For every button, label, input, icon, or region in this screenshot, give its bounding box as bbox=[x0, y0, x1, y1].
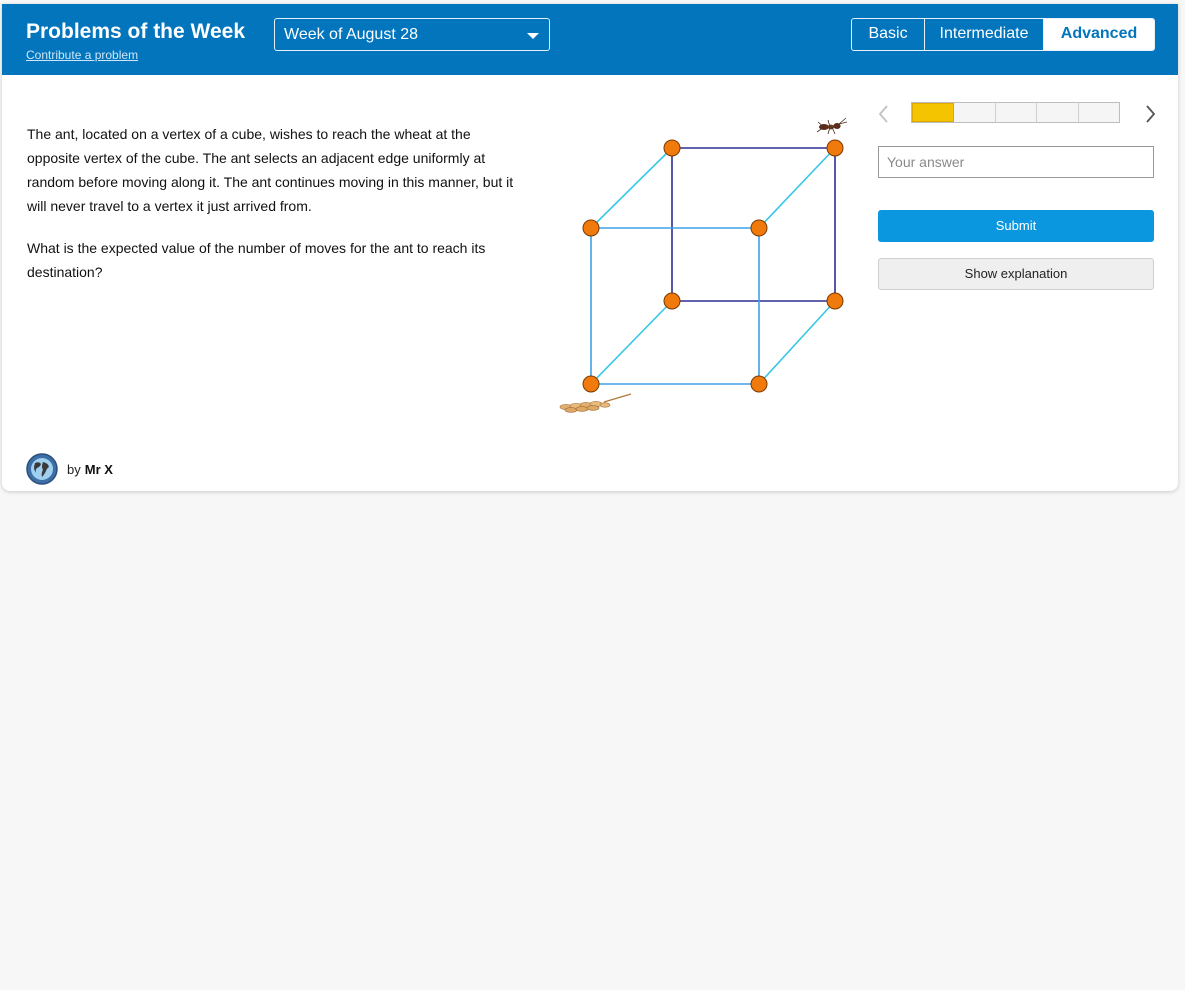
progress-segment-complete bbox=[912, 103, 955, 122]
problem-statement: The ant, located on a vertex of a cube, … bbox=[27, 122, 527, 302]
progress-bar bbox=[911, 102, 1120, 123]
chevron-left-icon[interactable] bbox=[874, 102, 894, 126]
chevron-down-icon bbox=[527, 33, 539, 39]
contribute-problem-link[interactable]: Contribute a problem bbox=[26, 48, 138, 62]
difficulty-toggle: Basic Intermediate Advanced bbox=[851, 18, 1155, 51]
header-bar: Problems of the Week Contribute a proble… bbox=[2, 4, 1178, 75]
level-intermediate-button[interactable]: Intermediate bbox=[925, 19, 1044, 50]
cube-figure bbox=[559, 117, 848, 413]
week-select-value: Week of August 28 bbox=[284, 26, 419, 43]
week-select[interactable]: Week of August 28 bbox=[274, 18, 550, 51]
answer-input[interactable] bbox=[878, 146, 1154, 178]
author-name[interactable]: Mr X bbox=[85, 462, 113, 477]
problem-card: Problems of the Week Contribute a proble… bbox=[2, 4, 1178, 491]
app-title: Problems of the Week bbox=[26, 20, 246, 43]
level-basic-button[interactable]: Basic bbox=[852, 19, 925, 50]
level-advanced-button[interactable]: Advanced bbox=[1044, 19, 1154, 50]
progress-segment bbox=[954, 103, 996, 122]
wheat-icon bbox=[559, 393, 632, 413]
progress-segment bbox=[1037, 103, 1079, 122]
ant-icon bbox=[816, 117, 848, 135]
globe-icon[interactable] bbox=[26, 453, 58, 485]
problem-paragraph: The ant, located on a vertex of a cube, … bbox=[27, 126, 514, 214]
problem-question: What is the expected value of the number… bbox=[27, 240, 486, 280]
author-byline: by Mr X bbox=[26, 453, 113, 485]
progress-segment bbox=[1078, 103, 1120, 122]
author-by-label: by bbox=[67, 461, 81, 477]
progress-segment bbox=[995, 103, 1038, 122]
show-explanation-button[interactable]: Show explanation bbox=[878, 258, 1154, 290]
cube-edges bbox=[590, 147, 836, 385]
chevron-right-icon[interactable] bbox=[1140, 102, 1160, 126]
cube-vertices bbox=[582, 139, 844, 393]
submit-button[interactable]: Submit bbox=[878, 210, 1154, 242]
